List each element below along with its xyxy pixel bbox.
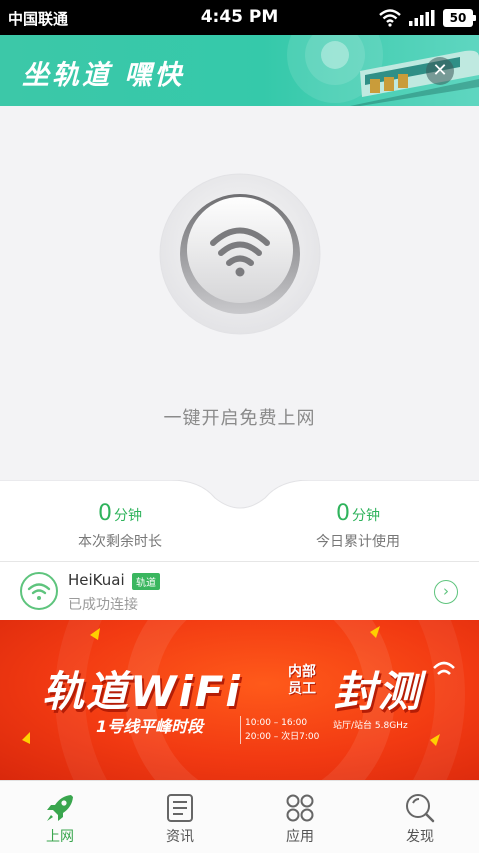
promo-times: 10:00 – 16:00 20:00 – 次日7:00 — [240, 716, 319, 744]
promo-headline: 轨道WiFi — [42, 667, 242, 716]
usage-stats: 0 分钟 本次剩余时长 0 分钟 今日累计使用 — [0, 480, 479, 561]
tab-internet[interactable]: 上网 — [0, 781, 120, 853]
remaining-value: 0 — [98, 501, 112, 526]
promo-test-text: 封测 — [334, 667, 423, 716]
connect-wifi-button[interactable] — [159, 173, 321, 335]
close-icon: ✕ — [432, 60, 448, 81]
status-bar: 中国联通 4:45 PM 50 — [0, 0, 479, 35]
tab-apps[interactable]: 应用 — [240, 781, 360, 853]
main-area: 一键开启免费上网 — [0, 106, 479, 481]
connection-row[interactable]: HeiKuai 轨道 已成功连接 › — [0, 561, 479, 620]
status-icons: 50 — [379, 7, 476, 29]
close-button[interactable]: ✕ — [426, 57, 454, 85]
promo-banner[interactable]: 轨道WiFi 内部 员工 封测 1号线平峰时段 10:00 – 16:00 20… — [0, 620, 479, 780]
promo-tag-line1: 内部 — [288, 664, 316, 680]
today-label: 今日累计使用 — [316, 534, 400, 550]
top-banner[interactable]: 坐轨道 嘿快 ✕ — [0, 35, 479, 106]
tab-discover-label: 发现 — [406, 829, 434, 845]
wifi-signal-icon — [379, 9, 401, 27]
remaining-label: 本次剩余时长 — [78, 534, 162, 550]
banner-title: 坐轨道 嘿快 — [22, 60, 185, 91]
bottom-tab-bar: 上网 资讯 应用 发现 — [0, 780, 479, 853]
today-value: 0 — [336, 501, 350, 526]
tab-internet-label: 上网 — [46, 829, 74, 845]
battery-icon: 50 — [443, 9, 476, 27]
remaining-unit: 分钟 — [114, 508, 142, 524]
today-usage-stat: 0 分钟 今日累计使用 — [258, 501, 458, 551]
cell-signal-icon — [409, 10, 435, 26]
news-icon — [167, 794, 193, 822]
tab-apps-label: 应用 — [286, 829, 314, 845]
network-wifi-icon — [20, 572, 58, 610]
network-ssid: HeiKuai — [68, 571, 125, 589]
tab-discover[interactable]: 发现 — [360, 781, 479, 853]
tab-news[interactable]: 资讯 — [120, 781, 240, 853]
start-label: 一键开启免费上网 — [163, 408, 316, 429]
battery-level: 50 — [449, 11, 467, 25]
chevron-right-icon[interactable]: › — [434, 580, 458, 604]
network-badge: 轨道 — [132, 573, 160, 590]
today-unit: 分钟 — [352, 508, 380, 524]
tab-news-label: 资讯 — [166, 829, 194, 845]
apps-icon — [286, 794, 314, 822]
promo-tag-line2: 员工 — [288, 681, 316, 697]
rocket-icon — [47, 795, 73, 821]
remaining-time-stat: 0 分钟 本次剩余时长 — [20, 501, 220, 551]
promo-station: 站厅/站台 5.8GHz — [333, 721, 408, 731]
promo-time-1: 10:00 – 16:00 — [245, 718, 308, 728]
promo-time-2: 20:00 – 次日7:00 — [245, 732, 320, 742]
discover-icon — [406, 794, 435, 823]
connection-status: 已成功连接 — [68, 597, 138, 613]
promo-tag: 内部 员工 — [288, 664, 316, 698]
promo-subtitle: 1号线平峰时段 — [96, 717, 204, 736]
